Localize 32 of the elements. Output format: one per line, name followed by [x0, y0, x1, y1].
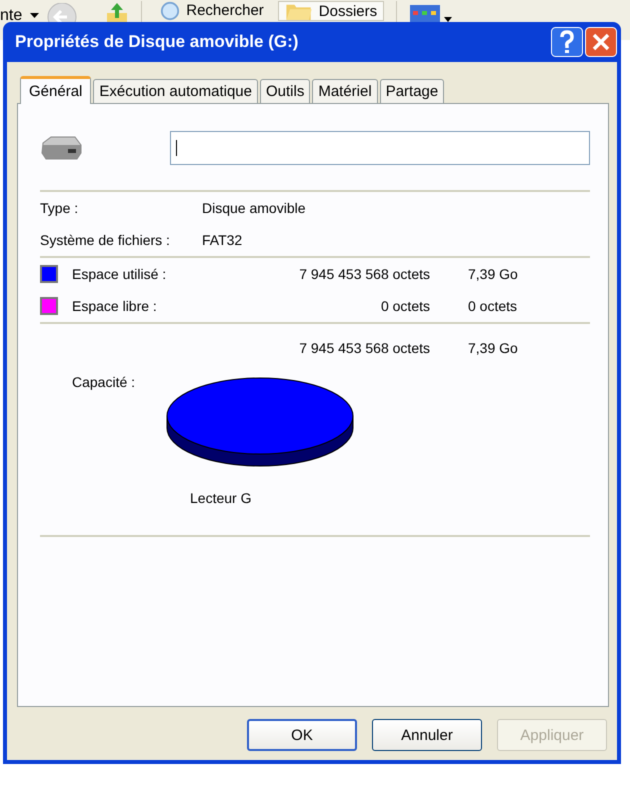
folders-toolbar-button[interactable]: Dossiers [278, 1, 384, 21]
name-input-field[interactable] [170, 131, 590, 165]
tab[interactable]: Matériel [312, 79, 378, 103]
space-label: Espace utilisé : [72, 266, 168, 282]
capacity-label: Capacité : [72, 374, 136, 390]
search-toolbar-button[interactable]: Rechercher [154, 1, 270, 21]
window-title: Propriétés de Disque amovible (G:) [15, 32, 298, 52]
dialog-button[interactable]: Annuler [372, 719, 482, 751]
field-value: Disque amovible [202, 200, 306, 216]
size-value: 7,39 Go [468, 266, 518, 282]
byte-count: 7 945 453 568 octets [298, 266, 430, 282]
help-icon[interactable] [551, 27, 583, 57]
tab[interactable]: Exécution automatique [93, 79, 258, 103]
field-value: FAT32 [202, 232, 242, 248]
tab[interactable]: Général [20, 76, 92, 104]
search-icon [160, 1, 180, 21]
field-label: Type : [40, 200, 80, 216]
dialog-button[interactable]: OK [247, 719, 357, 751]
field-label: Système de fichiers : [40, 232, 171, 248]
drive-icon [40, 135, 82, 161]
close-icon[interactable] [585, 27, 617, 57]
byte-count: 0 octets [380, 298, 430, 314]
drive-label: Lecteur G [190, 490, 252, 508]
byte-count: 7 945 453 568 octets [298, 340, 430, 356]
size-value: 7,39 Go [468, 340, 518, 356]
space-label: Espace libre : [72, 298, 158, 314]
toolbar-label[interactable]: nte [0, 7, 22, 25]
size-value: 0 octets [468, 298, 518, 314]
tab[interactable]: Outils [260, 79, 310, 103]
tab[interactable]: Partage [380, 79, 444, 103]
caret-icon[interactable] [30, 13, 40, 18]
folder-icon [284, 2, 313, 20]
